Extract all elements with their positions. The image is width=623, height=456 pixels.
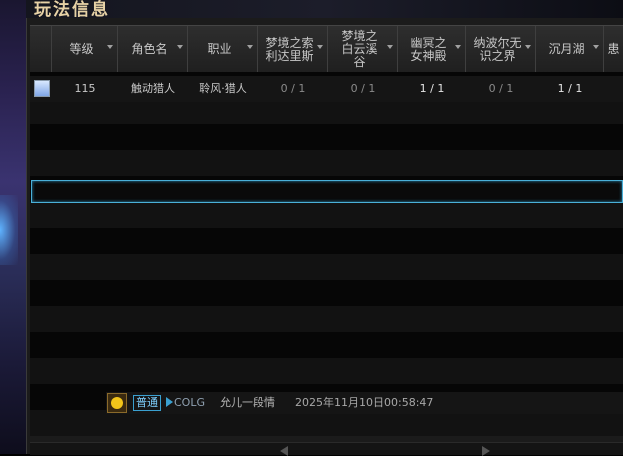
sort-arrow-icon[interactable] [317, 45, 323, 49]
sort-arrow-icon[interactable] [107, 45, 113, 49]
column-label: 幽冥之女神殿 [410, 35, 447, 63]
column-job[interactable]: 职业 [188, 26, 258, 73]
cell-name: 触动猎人 [131, 82, 175, 95]
header-blank [30, 26, 52, 73]
column-dungeon-6[interactable]: 患 [604, 26, 623, 73]
chat-message: 普通 COLG 允儿一段情 2025年11月10日00:58:47 [106, 392, 623, 414]
table-row[interactable] [30, 358, 623, 384]
table-row[interactable] [30, 306, 623, 332]
column-dungeon-3[interactable]: 幽冥之女神殿 [398, 26, 466, 73]
column-dungeon-4[interactable]: 纳波尔无识之界 [466, 26, 536, 73]
emoji-face-icon[interactable] [107, 393, 127, 413]
column-label: 梦境之索利达里斯 [265, 35, 314, 63]
column-label: 沉月湖 [548, 42, 585, 56]
sort-arrow-icon[interactable] [387, 45, 393, 49]
column-label: 患 [607, 42, 620, 56]
chat-server: COLG [174, 396, 205, 409]
prev-page-icon[interactable] [280, 446, 288, 456]
column-level[interactable]: 等级 [52, 26, 118, 73]
table-header: 等级 角色名 职业 梦境之索利达里斯 梦境之白云溪谷 幽冥之女神殿 纳波尔无识之… [30, 25, 623, 74]
chat-timestamp: 2025年11月10日00:58:47 [295, 396, 434, 409]
character-row[interactable]: 115 触动猎人 聆风·猎人 0 / 1 0 / 1 1 / 1 0 / 1 1… [30, 76, 623, 102]
window-title: 玩法信息 [34, 0, 110, 20]
sort-arrow-icon[interactable] [177, 45, 183, 49]
cell-dungeon-2: 0 / 1 [350, 82, 376, 95]
sort-arrow-icon[interactable] [593, 45, 599, 49]
title-bar [26, 0, 623, 18]
column-name[interactable]: 角色名 [118, 26, 188, 73]
selected-row-highlight[interactable] [31, 180, 623, 203]
background-glow [0, 195, 18, 265]
table-row[interactable] [30, 124, 623, 150]
column-label: 等级 [69, 42, 94, 56]
table-row[interactable] [30, 228, 623, 254]
column-label: 角色名 [131, 42, 168, 56]
chat-channel-tag[interactable]: 普通 [133, 395, 161, 411]
column-dungeon-2[interactable]: 梦境之白云溪谷 [328, 26, 398, 73]
cell-dungeon-1: 0 / 1 [280, 82, 306, 95]
table-row[interactable] [30, 150, 623, 176]
column-label: 纳波尔无识之界 [473, 35, 522, 63]
cell-dungeon-4: 0 / 1 [488, 82, 514, 95]
column-label: 梦境之白云溪谷 [341, 29, 378, 69]
chat-user[interactable]: 允儿一段情 [220, 396, 275, 410]
table-body [30, 72, 623, 442]
pagination-bar [30, 442, 623, 456]
cell-dungeon-3: 1 / 1 [419, 82, 445, 95]
next-page-icon[interactable] [482, 446, 490, 456]
column-dungeon-5[interactable]: 沉月湖 [536, 26, 604, 73]
sort-arrow-icon[interactable] [455, 45, 461, 49]
table-row[interactable] [30, 254, 623, 280]
table-row[interactable] [30, 202, 623, 228]
sort-arrow-icon[interactable] [247, 45, 253, 49]
cell-level: 115 [74, 82, 96, 95]
table-row[interactable] [30, 280, 623, 306]
column-dungeon-1[interactable]: 梦境之索利达里斯 [258, 26, 328, 73]
background-artwork [0, 0, 26, 454]
cell-job: 聆风·猎人 [199, 82, 247, 95]
cell-dungeon-5: 1 / 1 [557, 82, 583, 95]
column-label: 职业 [207, 42, 232, 56]
character-avatar [34, 80, 50, 97]
sort-arrow-icon[interactable] [525, 45, 531, 49]
table-row[interactable] [30, 332, 623, 358]
channel-arrow-icon [166, 397, 173, 407]
